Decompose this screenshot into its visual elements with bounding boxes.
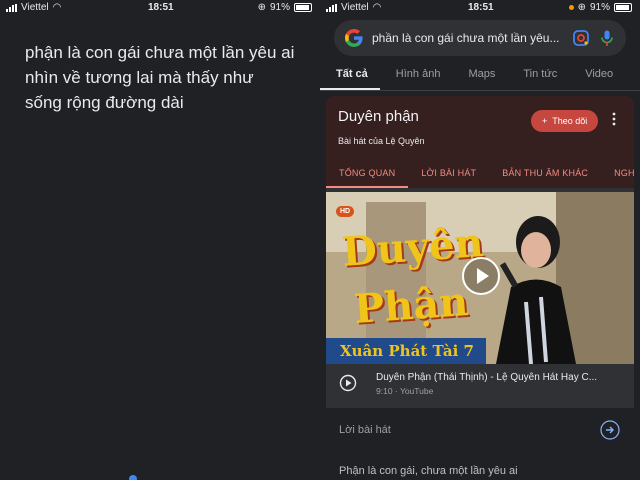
battery-percent: 91% — [269, 2, 290, 13]
search-query[interactable]: phần là con gái chưa một lần yêu... — [372, 31, 564, 45]
knowledge-panel: Duyên phận Bài hát của Lệ Quyên + Theo d… — [326, 96, 634, 480]
google-logo-icon — [345, 29, 363, 47]
video-result[interactable]: Duyên Phận (Thái Thịnh) - Lệ Quyên Hát H… — [326, 364, 634, 408]
voice-search-mic-icon[interactable] — [598, 29, 616, 47]
status-right: ⊕ 91% — [258, 2, 312, 13]
battery-icon — [614, 3, 632, 12]
tab-maps[interactable]: Maps — [452, 62, 507, 90]
orientation-lock-icon: ⊕ — [257, 2, 266, 13]
hd-badge: HD — [336, 206, 355, 217]
status-carrier: Viettel ◠ — [6, 2, 61, 13]
signal-icon — [6, 3, 17, 12]
battery-icon — [294, 3, 312, 12]
search-bar[interactable]: phần là con gái chưa một lần yêu... — [334, 20, 626, 56]
follow-button[interactable]: + Theo dõi — [531, 110, 599, 132]
google-lens-icon[interactable] — [572, 29, 590, 47]
battery-percent: 91% — [589, 2, 610, 13]
more-options-icon[interactable] — [610, 112, 618, 126]
arrow-right-icon[interactable] — [600, 420, 620, 440]
listening-indicator-icon — [129, 475, 137, 480]
plus-icon: + — [542, 116, 548, 126]
follow-label: Theo dõi — [552, 116, 588, 126]
play-button[interactable] — [462, 257, 500, 295]
play-icon — [477, 268, 489, 284]
signal-icon — [326, 3, 337, 12]
kp-tab-other-recordings[interactable]: BẢN THU ÂM KHÁC — [489, 162, 601, 188]
carrier-label: Viettel — [21, 2, 49, 13]
lyrics-label: Lời bài hát — [339, 424, 391, 436]
tab-news[interactable]: Tin tức — [507, 62, 569, 90]
kp-tab-overview[interactable]: TỔNG QUAN — [326, 162, 409, 188]
wifi-icon: ◠ — [372, 2, 382, 13]
tab-video[interactable]: Video — [569, 62, 625, 90]
thumbnail-title-line2: Phận — [352, 278, 470, 333]
kp-tab-lyrics[interactable]: LỜI BÀI HÁT — [408, 162, 489, 188]
status-time: 18:51 — [468, 2, 494, 13]
video-thumbnail[interactable]: HD Duyên Phận Xuân Phát Tài 7 — [326, 192, 634, 364]
tab-more[interactable]: M — [625, 62, 640, 90]
knowledge-panel-tabs: TỔNG QUAN LỜI BÀI HÁT BẢN THU ÂM KHÁC NG… — [326, 162, 634, 188]
lyrics-first-line: Phận là con gái, chưa một lần yêu ai — [339, 465, 518, 477]
voice-transcript: phận là con gái chưa một lần yêu ai nhìn… — [25, 43, 295, 112]
carrier-label: Viettel — [341, 2, 369, 13]
knowledge-panel-subtitle: Bài hát của Lệ Quyên — [338, 136, 425, 146]
tabs-divider — [320, 90, 640, 91]
search-tabs: Tất cả Hình ảnh Maps Tin tức Video M — [320, 62, 640, 90]
video-title[interactable]: Duyên Phận (Thái Thịnh) - Lệ Quyên Hát H… — [376, 372, 624, 383]
google-results-screen: Viettel ◠ 18:51 ⊕ 91% phần là con gái ch… — [320, 0, 640, 480]
status-time: 18:51 — [148, 2, 174, 13]
status-right: ⊕ 91% — [568, 2, 632, 13]
mic-in-use-icon — [568, 5, 574, 10]
voice-search-screen: Viettel ◠ 18:51 ⊕ 91% phận là con gái ch… — [0, 0, 320, 480]
wifi-icon: ◠ — [52, 2, 62, 13]
lyrics-section: Lời bài hát Phận là con gái, chưa một lầ… — [326, 408, 634, 480]
orientation-lock-icon: ⊕ — [577, 2, 586, 13]
video-meta: 9:10 · YouTube — [376, 386, 434, 396]
tab-all[interactable]: Tất cả — [320, 62, 380, 90]
thumbnail-banner-text: Xuân Phát Tài 7 — [340, 342, 474, 360]
status-carrier: Viettel ◠ — [326, 2, 381, 13]
kp-tab-more[interactable]: NGH — [601, 162, 634, 188]
video-play-icon — [339, 374, 357, 392]
tab-images[interactable]: Hình ảnh — [380, 62, 453, 90]
knowledge-panel-title: Duyên phận — [338, 108, 419, 125]
knowledge-panel-header: Duyên phận Bài hát của Lệ Quyên + Theo d… — [326, 96, 634, 188]
